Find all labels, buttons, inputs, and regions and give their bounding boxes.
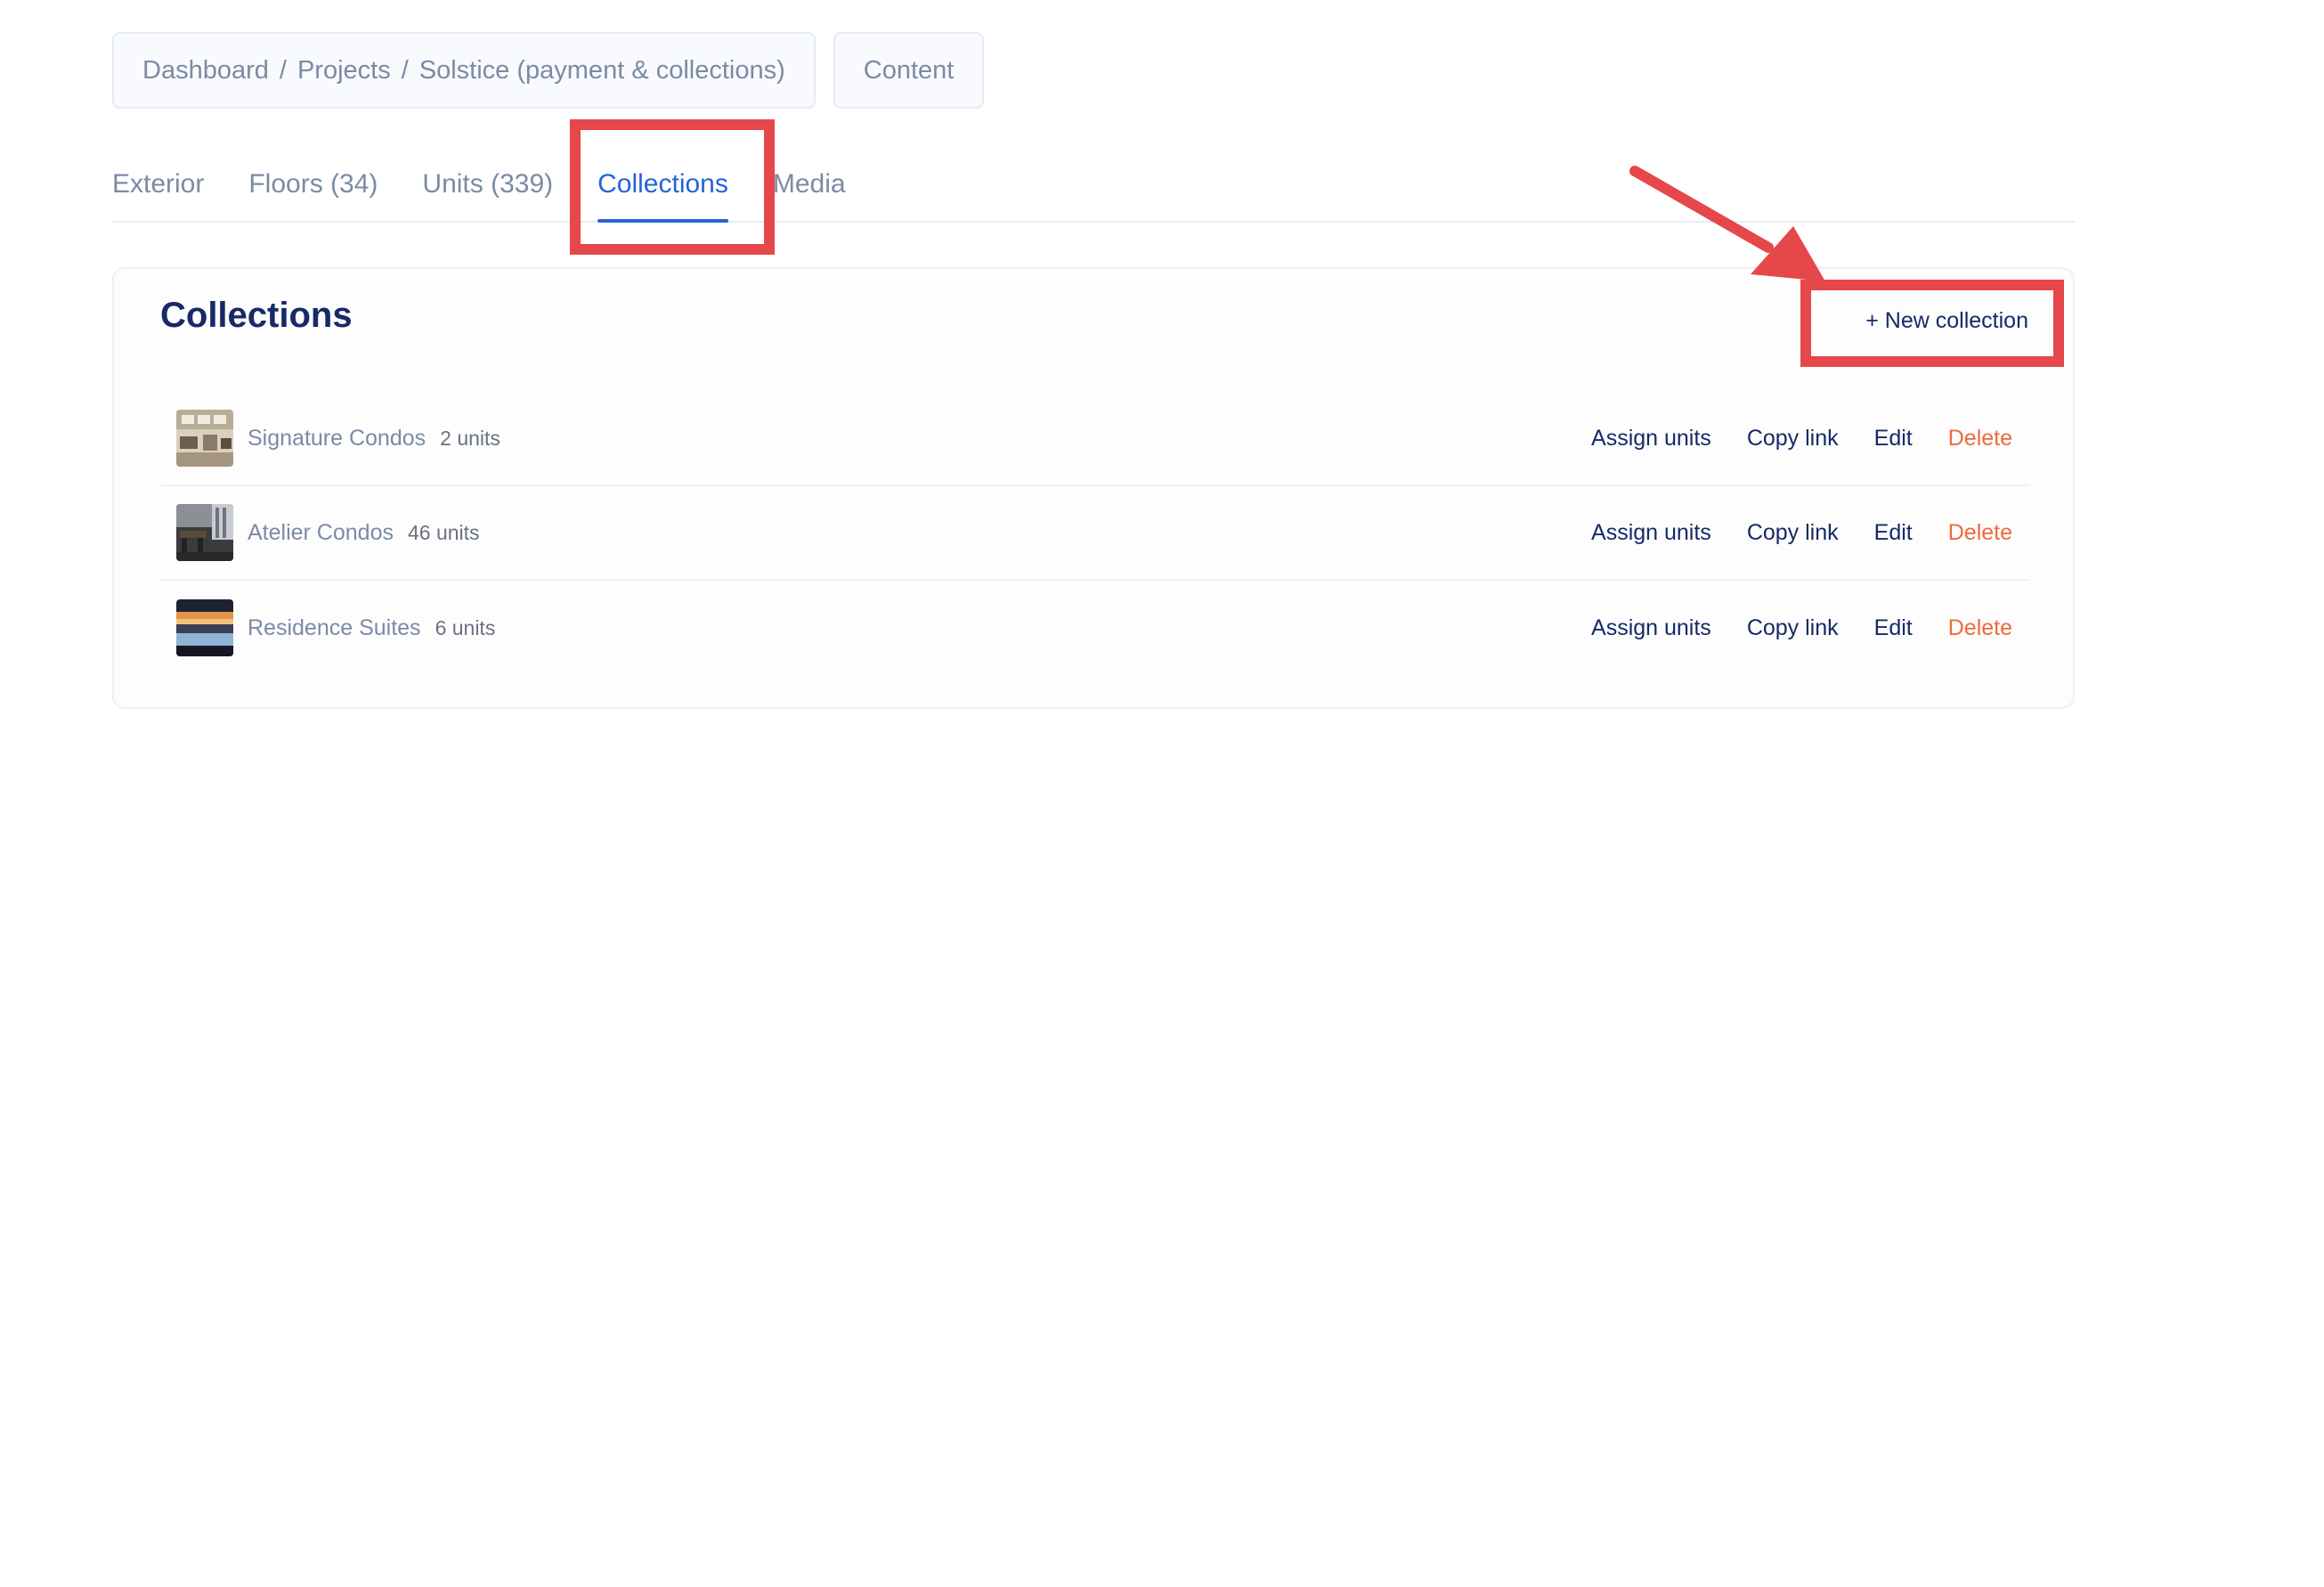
row-actions: Assign units Copy link Edit Delete xyxy=(1591,486,2012,579)
collection-unit-count: 46 units xyxy=(407,520,480,544)
breadcrumb-current-project[interactable]: Solstice (payment & collections) xyxy=(419,56,785,85)
collections-list: Signature Condos 2 units Assign units Co… xyxy=(160,392,2030,675)
delete-button[interactable]: Delete xyxy=(1948,615,2012,641)
copy-link-button[interactable]: Copy link xyxy=(1747,615,1839,641)
delete-button[interactable]: Delete xyxy=(1948,426,2012,452)
tab-bar: Exterior Floors (34) Units (339) Collect… xyxy=(112,159,2075,223)
pool-sunset-icon xyxy=(176,599,233,656)
row-actions: Assign units Copy link Edit Delete xyxy=(1591,581,2012,675)
tab-units[interactable]: Units (339) xyxy=(422,159,553,221)
edit-button[interactable]: Edit xyxy=(1874,520,1913,546)
tab-floors[interactable]: Floors (34) xyxy=(248,159,378,221)
edit-button[interactable]: Edit xyxy=(1874,615,1913,641)
new-collection-button[interactable]: + New collection xyxy=(1865,308,2028,334)
copy-link-button[interactable]: Copy link xyxy=(1747,520,1839,546)
delete-button[interactable]: Delete xyxy=(1948,520,2012,546)
content-button[interactable]: Content xyxy=(833,32,985,109)
breadcrumb: Dashboard / Projects / Solstice (payment… xyxy=(112,32,816,109)
assign-units-button[interactable]: Assign units xyxy=(1591,615,1711,641)
tab-exterior[interactable]: Exterior xyxy=(112,159,204,221)
collection-unit-count: 6 units xyxy=(435,615,496,639)
collection-name[interactable]: Signature Condos xyxy=(248,426,426,452)
collection-unit-count: 2 units xyxy=(440,426,500,450)
assign-units-button[interactable]: Assign units xyxy=(1591,520,1711,546)
list-item: Atelier Condos 46 units Assign units Cop… xyxy=(160,486,2030,581)
list-item: Signature Condos 2 units Assign units Co… xyxy=(160,392,2030,486)
collections-title: Collections xyxy=(160,296,353,335)
breadcrumb-projects[interactable]: Projects xyxy=(297,56,391,85)
collections-card: Collections + New collection Signature C… xyxy=(112,267,2075,709)
breadcrumb-separator: / xyxy=(279,55,287,85)
copy-link-button[interactable]: Copy link xyxy=(1747,426,1839,452)
tab-collections[interactable]: Collections xyxy=(597,159,728,223)
list-item: Residence Suites 6 units Assign units Co… xyxy=(160,581,2030,675)
edit-button[interactable]: Edit xyxy=(1874,426,1913,452)
collection-name[interactable]: Residence Suites xyxy=(248,615,421,641)
breadcrumb-separator: / xyxy=(401,55,409,85)
top-bar: Dashboard / Projects / Solstice (payment… xyxy=(112,32,985,109)
row-actions: Assign units Copy link Edit Delete xyxy=(1591,392,2012,484)
breadcrumb-dashboard[interactable]: Dashboard xyxy=(142,56,269,85)
interior-icon xyxy=(176,410,233,467)
collection-name[interactable]: Atelier Condos xyxy=(248,520,394,546)
assign-units-button[interactable]: Assign units xyxy=(1591,426,1711,452)
tab-media[interactable]: Media xyxy=(773,159,846,221)
dining-icon xyxy=(176,504,233,561)
annotation-arrow-icon xyxy=(1629,166,1825,281)
